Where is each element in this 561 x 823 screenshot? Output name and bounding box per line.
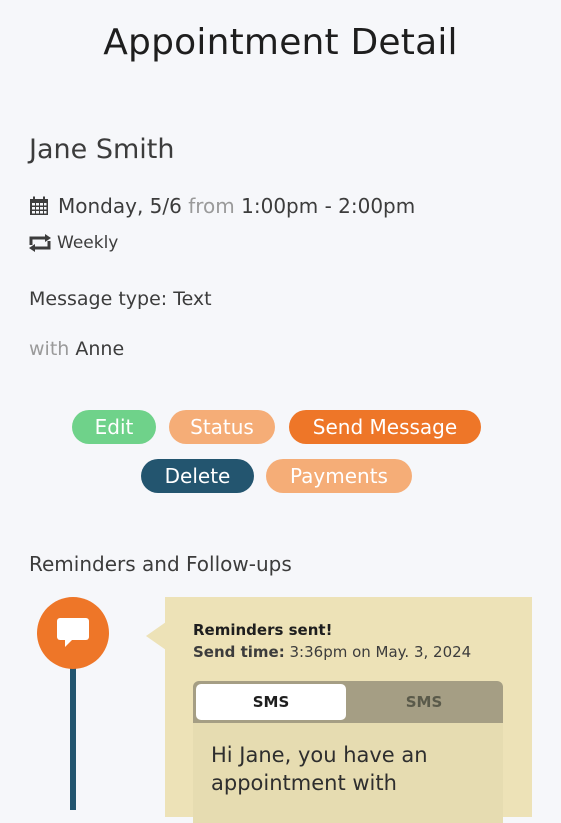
- edit-button[interactable]: Edit: [72, 410, 156, 444]
- message-tabs: SMS SMS: [193, 681, 503, 723]
- reminder-send-time: Send time: 3:36pm on May. 3, 2024: [193, 643, 471, 661]
- timeline-marker: [37, 597, 109, 669]
- reminder-card: Reminders sent! Send time: 3:36pm on May…: [165, 597, 532, 823]
- with-label: with: [29, 338, 70, 360]
- chat-bubble-icon: [57, 618, 89, 647]
- send-message-button[interactable]: Send Message: [289, 410, 481, 444]
- recurrence-row: Weekly: [27, 233, 118, 253]
- tab-sms[interactable]: SMS: [349, 684, 499, 720]
- client-name: Jane Smith: [29, 134, 175, 165]
- card-pointer: [146, 622, 166, 650]
- page-title: Appointment Detail: [103, 22, 458, 63]
- delete-button[interactable]: Delete: [141, 459, 254, 493]
- repeat-icon: [29, 234, 51, 252]
- staff-name: Anne: [75, 338, 125, 360]
- appointment-date: Monday, 5/6: [58, 194, 182, 218]
- recurrence-label: Weekly: [57, 233, 119, 253]
- tab-sms-active[interactable]: SMS: [196, 684, 346, 720]
- appointment-time: 1:00pm - 2:00pm: [241, 194, 416, 218]
- message-preview: Hi Jane, you have an appointment with: [193, 723, 503, 823]
- with-row: with Anne: [29, 338, 124, 360]
- calendar-icon: [30, 196, 48, 215]
- send-time-value: 3:36pm on May. 3, 2024: [289, 643, 472, 661]
- send-time-label: Send time:: [193, 643, 285, 661]
- reminders-section-title: Reminders and Follow-ups: [29, 552, 292, 576]
- timeline-line: [70, 650, 76, 810]
- appointment-datetime: Monday, 5/6 from 1:00pm - 2:00pm: [29, 194, 415, 218]
- message-text: Hi Jane, you have an appointment with: [211, 743, 428, 795]
- from-label: from: [188, 194, 235, 218]
- payments-button[interactable]: Payments: [266, 459, 412, 493]
- message-type: Message type: Text: [29, 288, 212, 310]
- status-button[interactable]: Status: [169, 410, 275, 444]
- reminder-title: Reminders sent!: [193, 621, 333, 639]
